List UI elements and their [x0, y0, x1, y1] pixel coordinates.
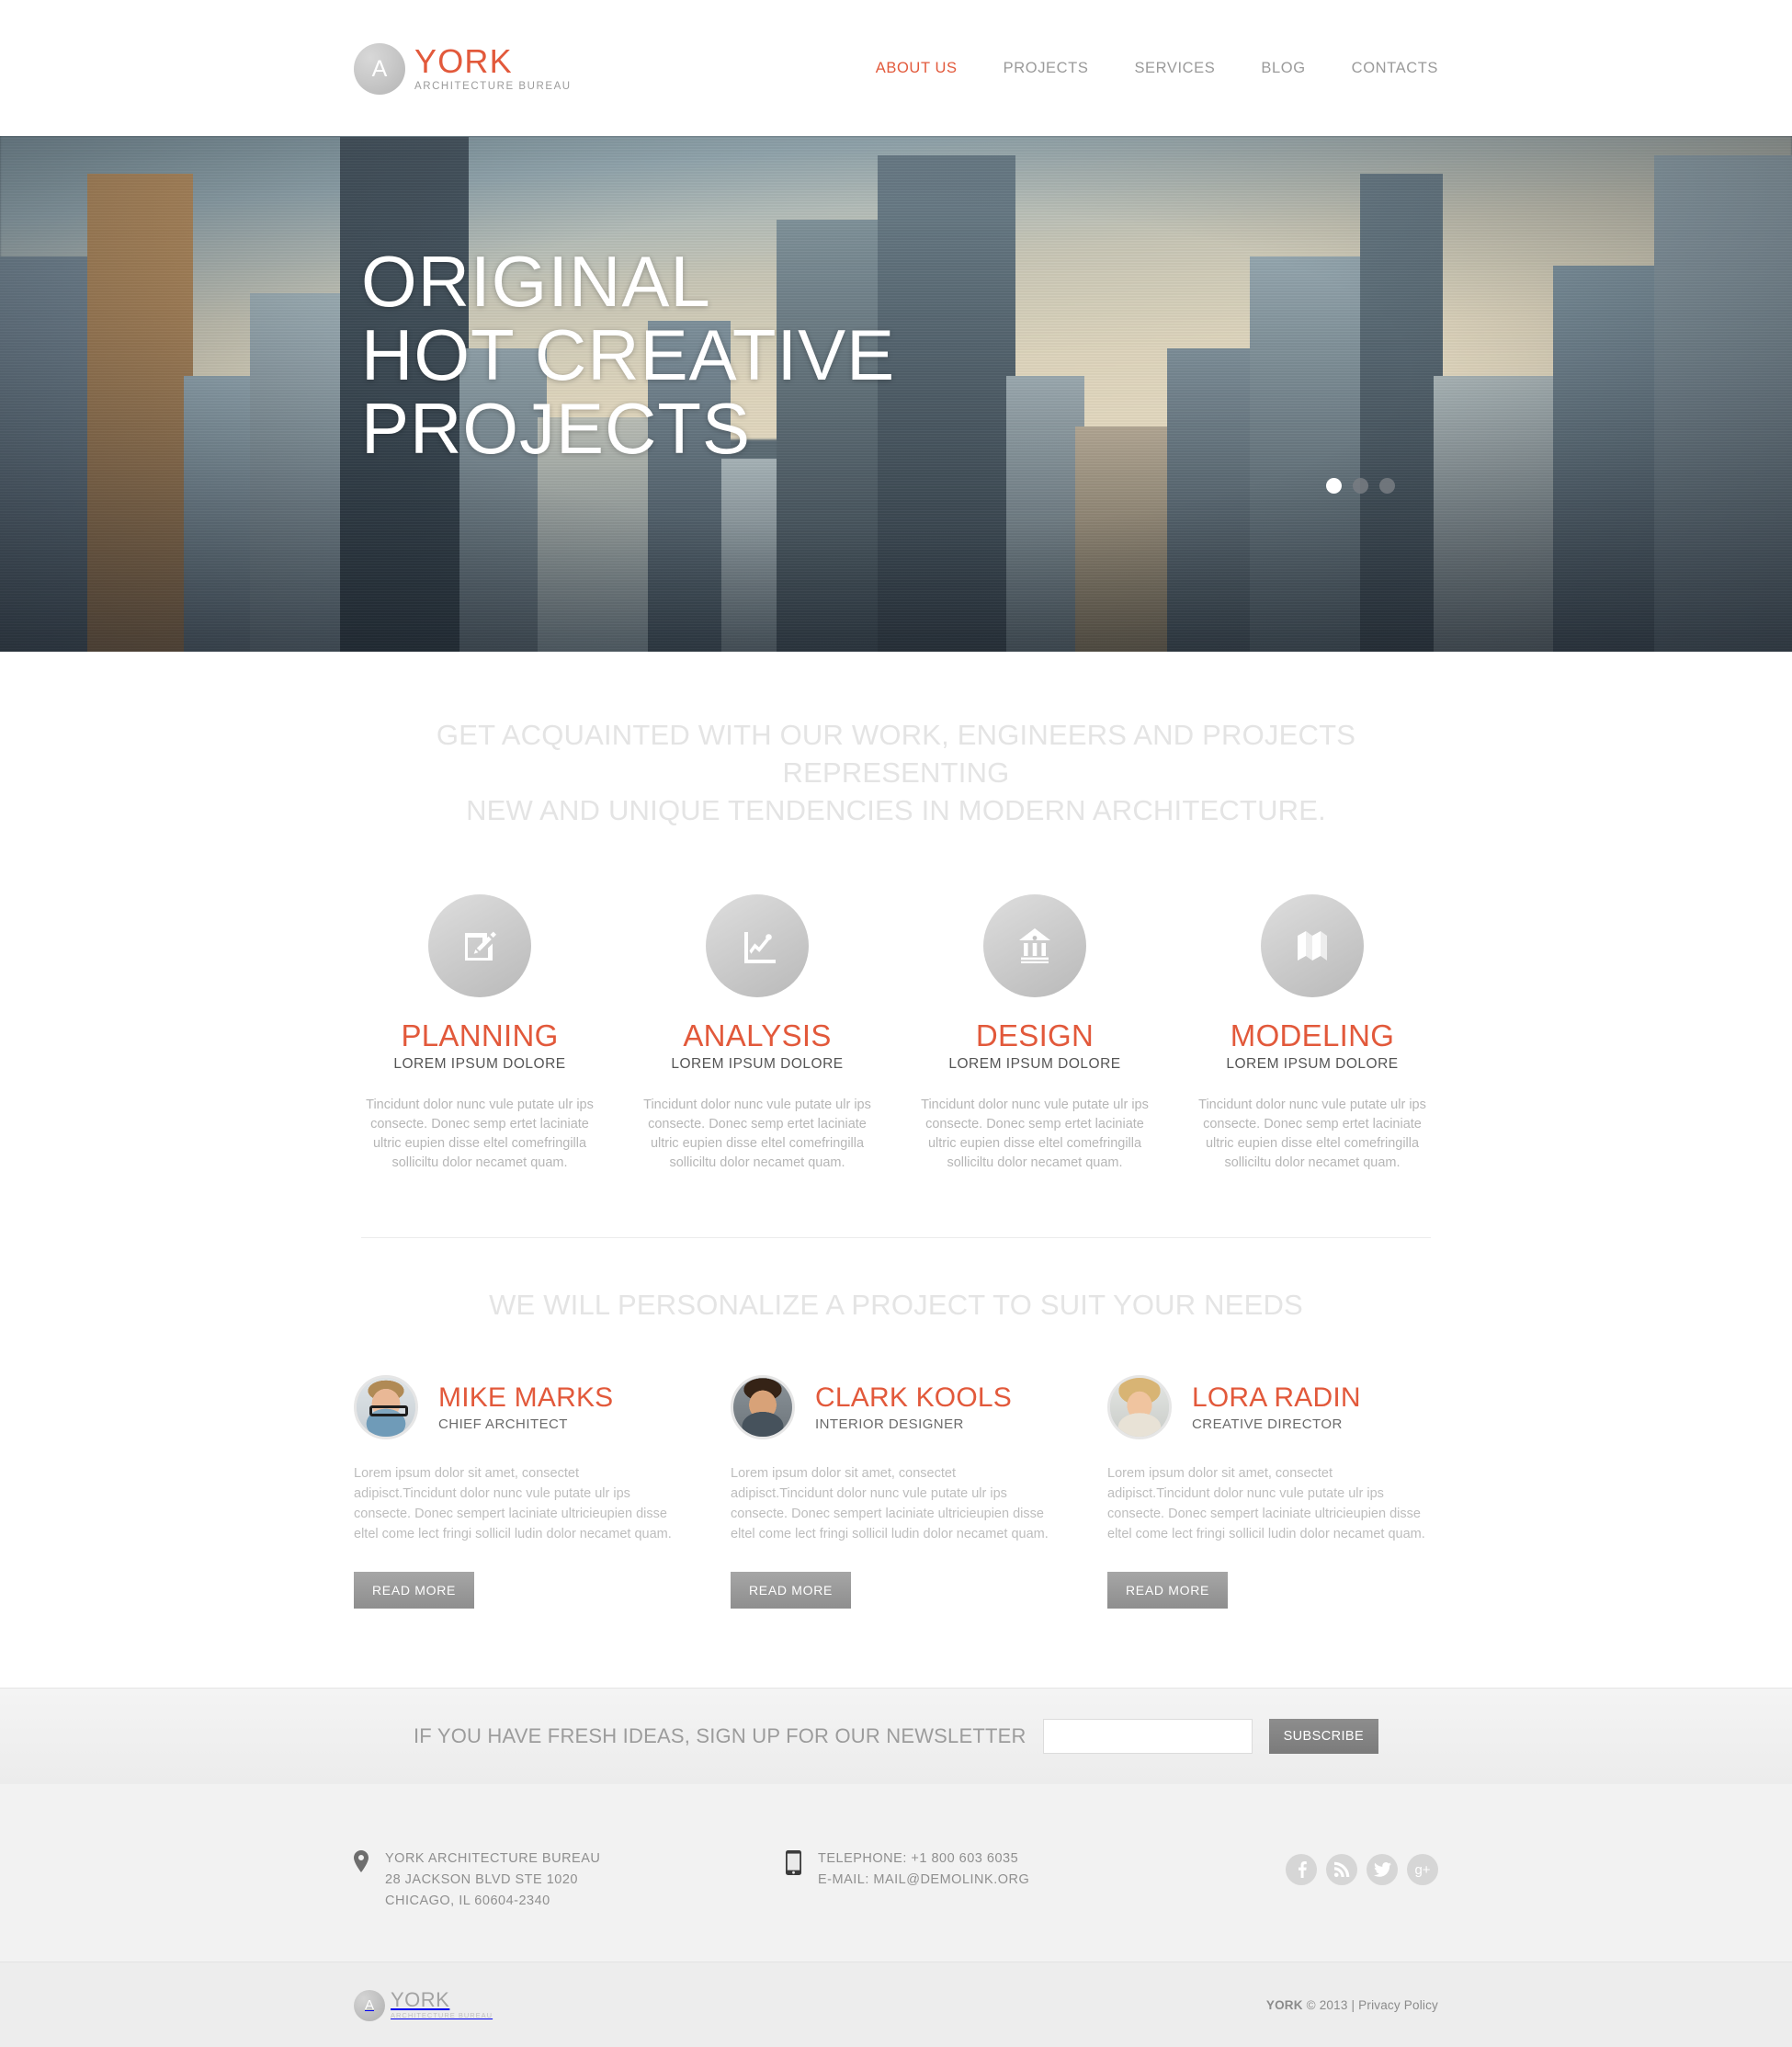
footer-logo-tagline: ARCHITECTURE BUREAU — [391, 2010, 493, 2019]
intro-section: GET ACQUAINTED WITH OUR WORK, ENGINEERS … — [354, 652, 1438, 836]
site-logo[interactable]: A YORK ARCHITECTURE BUREAU — [354, 41, 572, 95]
team-member-description: Lorem ipsum dolor sit amet, consectet ad… — [354, 1466, 672, 1541]
service-title: PLANNING — [401, 1018, 559, 1052]
footer-bottom-bar: A YORK ARCHITECTURE BUREAU YORK © 2013 |… — [0, 1962, 1792, 2047]
nav-item-about-us[interactable]: ABOUT US — [853, 54, 981, 83]
site-header: A YORK ARCHITECTURE BUREAU ABOUT US PROJ… — [0, 0, 1792, 136]
logo-badge-icon: A — [354, 43, 405, 95]
intro-heading: GET ACQUAINTED WITH OUR WORK, ENGINEERS … — [436, 719, 1356, 826]
nav-item-blog[interactable]: BLOG — [1238, 54, 1328, 83]
footer-logo-title: YORK — [391, 1987, 450, 2011]
team-member-name: MIKE MARKS — [438, 1382, 614, 1413]
avatar — [731, 1375, 795, 1439]
team-member-role: CREATIVE DIRECTOR — [1192, 1416, 1343, 1432]
logo-title: YORK — [414, 42, 513, 80]
services-section: PLANNING LOREM IPSUM DOLORE Tincidunt do… — [354, 836, 1438, 1173]
footer-address-line-3: CHICAGO, IL 60604-2340 — [385, 1893, 550, 1908]
footer-email: E-MAIL: MAIL@DEMOLINK.ORG — [818, 1872, 1030, 1887]
service-subtitle: LOREM IPSUM DOLORE — [671, 1056, 844, 1072]
service-card-analysis: ANALYSIS LOREM IPSUM DOLORE Tincidunt do… — [631, 894, 883, 1173]
service-subtitle: LOREM IPSUM DOLORE — [1226, 1056, 1399, 1072]
team-member-card: LORA RADIN CREATIVE DIRECTOR Lorem ipsum… — [1107, 1375, 1438, 1609]
team-member-role: INTERIOR DESIGNER — [815, 1416, 964, 1432]
line-chart-icon — [706, 894, 809, 997]
nav-item-services[interactable]: SERVICES — [1111, 54, 1238, 83]
service-subtitle: LOREM IPSUM DOLORE — [393, 1056, 566, 1072]
twitter-icon[interactable] — [1367, 1854, 1398, 1885]
footer-telephone: TELEPHONE: +1 800 603 6035 — [818, 1851, 1019, 1866]
footer-address-line-2: 28 JACKSON BLVD STE 1020 — [385, 1872, 578, 1887]
read-more-button[interactable]: READ MORE — [1107, 1572, 1229, 1609]
footer-address-block: YORK ARCHITECTURE BUREAU 28 JACKSON BLVD… — [354, 1848, 786, 1912]
service-card-modeling: MODELING LOREM IPSUM DOLORE Tincidunt do… — [1186, 894, 1438, 1173]
service-card-planning: PLANNING LOREM IPSUM DOLORE Tincidunt do… — [354, 894, 606, 1173]
newsletter-label: IF YOU HAVE FRESH IDEAS, SIGN UP FOR OUR… — [413, 1724, 1026, 1747]
privacy-policy-link[interactable]: Privacy Policy — [1358, 1998, 1438, 2012]
newsletter-section: IF YOU HAVE FRESH IDEAS, SIGN UP FOR OUR… — [0, 1688, 1792, 1784]
google-plus-icon[interactable]: g+ — [1407, 1854, 1438, 1885]
facebook-icon[interactable] — [1286, 1854, 1317, 1885]
hero-slider-dot-2[interactable] — [1353, 478, 1368, 494]
copyright: YORK © 2013 | Privacy Policy — [1266, 1998, 1438, 2012]
logo-tagline: ARCHITECTURE BUREAU — [414, 81, 572, 92]
folded-map-icon — [1261, 894, 1364, 997]
footer-address-line-1: YORK ARCHITECTURE BUREAU — [385, 1851, 601, 1866]
service-title: MODELING — [1230, 1018, 1395, 1052]
service-description: Tincidunt dolor nunc vule putate ulr ips… — [643, 1097, 871, 1170]
hero-slider-dot-1[interactable] — [1326, 478, 1342, 494]
avatar — [1107, 1375, 1172, 1439]
nav-item-projects[interactable]: PROJECTS — [981, 54, 1112, 83]
service-description: Tincidunt dolor nunc vule putate ulr ips… — [366, 1097, 594, 1170]
service-subtitle: LOREM IPSUM DOLORE — [948, 1056, 1121, 1072]
footer-contact-block: TELEPHONE: +1 800 603 6035 E-MAIL: MAIL@… — [786, 1848, 1236, 1891]
subscribe-button[interactable]: SUBSCRIBE — [1268, 1719, 1379, 1754]
pencil-square-icon — [428, 894, 531, 997]
footer-logo[interactable]: A YORK ARCHITECTURE BUREAU — [354, 1989, 493, 2021]
team-member-description: Lorem ipsum dolor sit amet, consectet ad… — [731, 1466, 1049, 1541]
bank-building-icon — [983, 894, 1086, 997]
team-member-card: CLARK KOOLS INTERIOR DESIGNER Lorem ipsu… — [731, 1375, 1061, 1609]
team-member-card: MIKE MARKS CHIEF ARCHITECT Lorem ipsum d… — [354, 1375, 685, 1609]
team-heading: WE WILL PERSONALIZE A PROJECT TO SUIT YO… — [489, 1289, 1303, 1321]
hero-slider-dots — [1326, 478, 1395, 494]
copyright-brand: YORK — [1265, 1997, 1303, 2012]
team-member-role: CHIEF ARCHITECT — [438, 1416, 568, 1432]
team-member-description: Lorem ipsum dolor sit amet, consectet ad… — [1107, 1466, 1425, 1541]
service-description: Tincidunt dolor nunc vule putate ulr ips… — [921, 1097, 1149, 1170]
team-heading-wrap: WE WILL PERSONALIZE A PROJECT TO SUIT YO… — [354, 1238, 1438, 1322]
newsletter-email-input[interactable] — [1042, 1719, 1253, 1754]
service-title: DESIGN — [975, 1018, 1094, 1052]
footer-logo-badge-icon: A — [354, 1989, 385, 2021]
team-member-name: LORA RADIN — [1192, 1382, 1361, 1413]
google-plus-label: g+ — [1414, 1861, 1431, 1878]
service-card-design: DESIGN LOREM IPSUM DOLORE Tincidunt dolo… — [909, 894, 1161, 1173]
hero-slider: ORIGINAL HOT CREATIVE PROJECTS — [0, 136, 1792, 652]
avatar — [354, 1375, 418, 1439]
site-footer: YORK ARCHITECTURE BUREAU 28 JACKSON BLVD… — [0, 1784, 1792, 1962]
hero-slider-dot-3[interactable] — [1379, 478, 1395, 494]
hero-title: ORIGINAL HOT CREATIVE PROJECTS — [361, 241, 896, 469]
team-member-name: CLARK KOOLS — [815, 1382, 1012, 1413]
footer-social-links: g+ — [1236, 1848, 1438, 1885]
read-more-button[interactable]: READ MORE — [354, 1572, 475, 1609]
mobile-phone-icon — [786, 1848, 801, 1891]
copyright-text: © 2013 | — [1302, 1997, 1359, 2012]
main-navigation: ABOUT US PROJECTS SERVICES BLOG CONTACTS — [853, 54, 1438, 83]
service-description: Tincidunt dolor nunc vule putate ulr ips… — [1198, 1097, 1426, 1170]
service-title: ANALYSIS — [683, 1018, 832, 1052]
read-more-button[interactable]: READ MORE — [731, 1572, 852, 1609]
map-pin-icon — [354, 1848, 369, 1912]
team-section: MIKE MARKS CHIEF ARCHITECT Lorem ipsum d… — [354, 1322, 1438, 1609]
nav-item-contacts[interactable]: CONTACTS — [1329, 54, 1438, 83]
rss-icon[interactable] — [1326, 1854, 1357, 1885]
